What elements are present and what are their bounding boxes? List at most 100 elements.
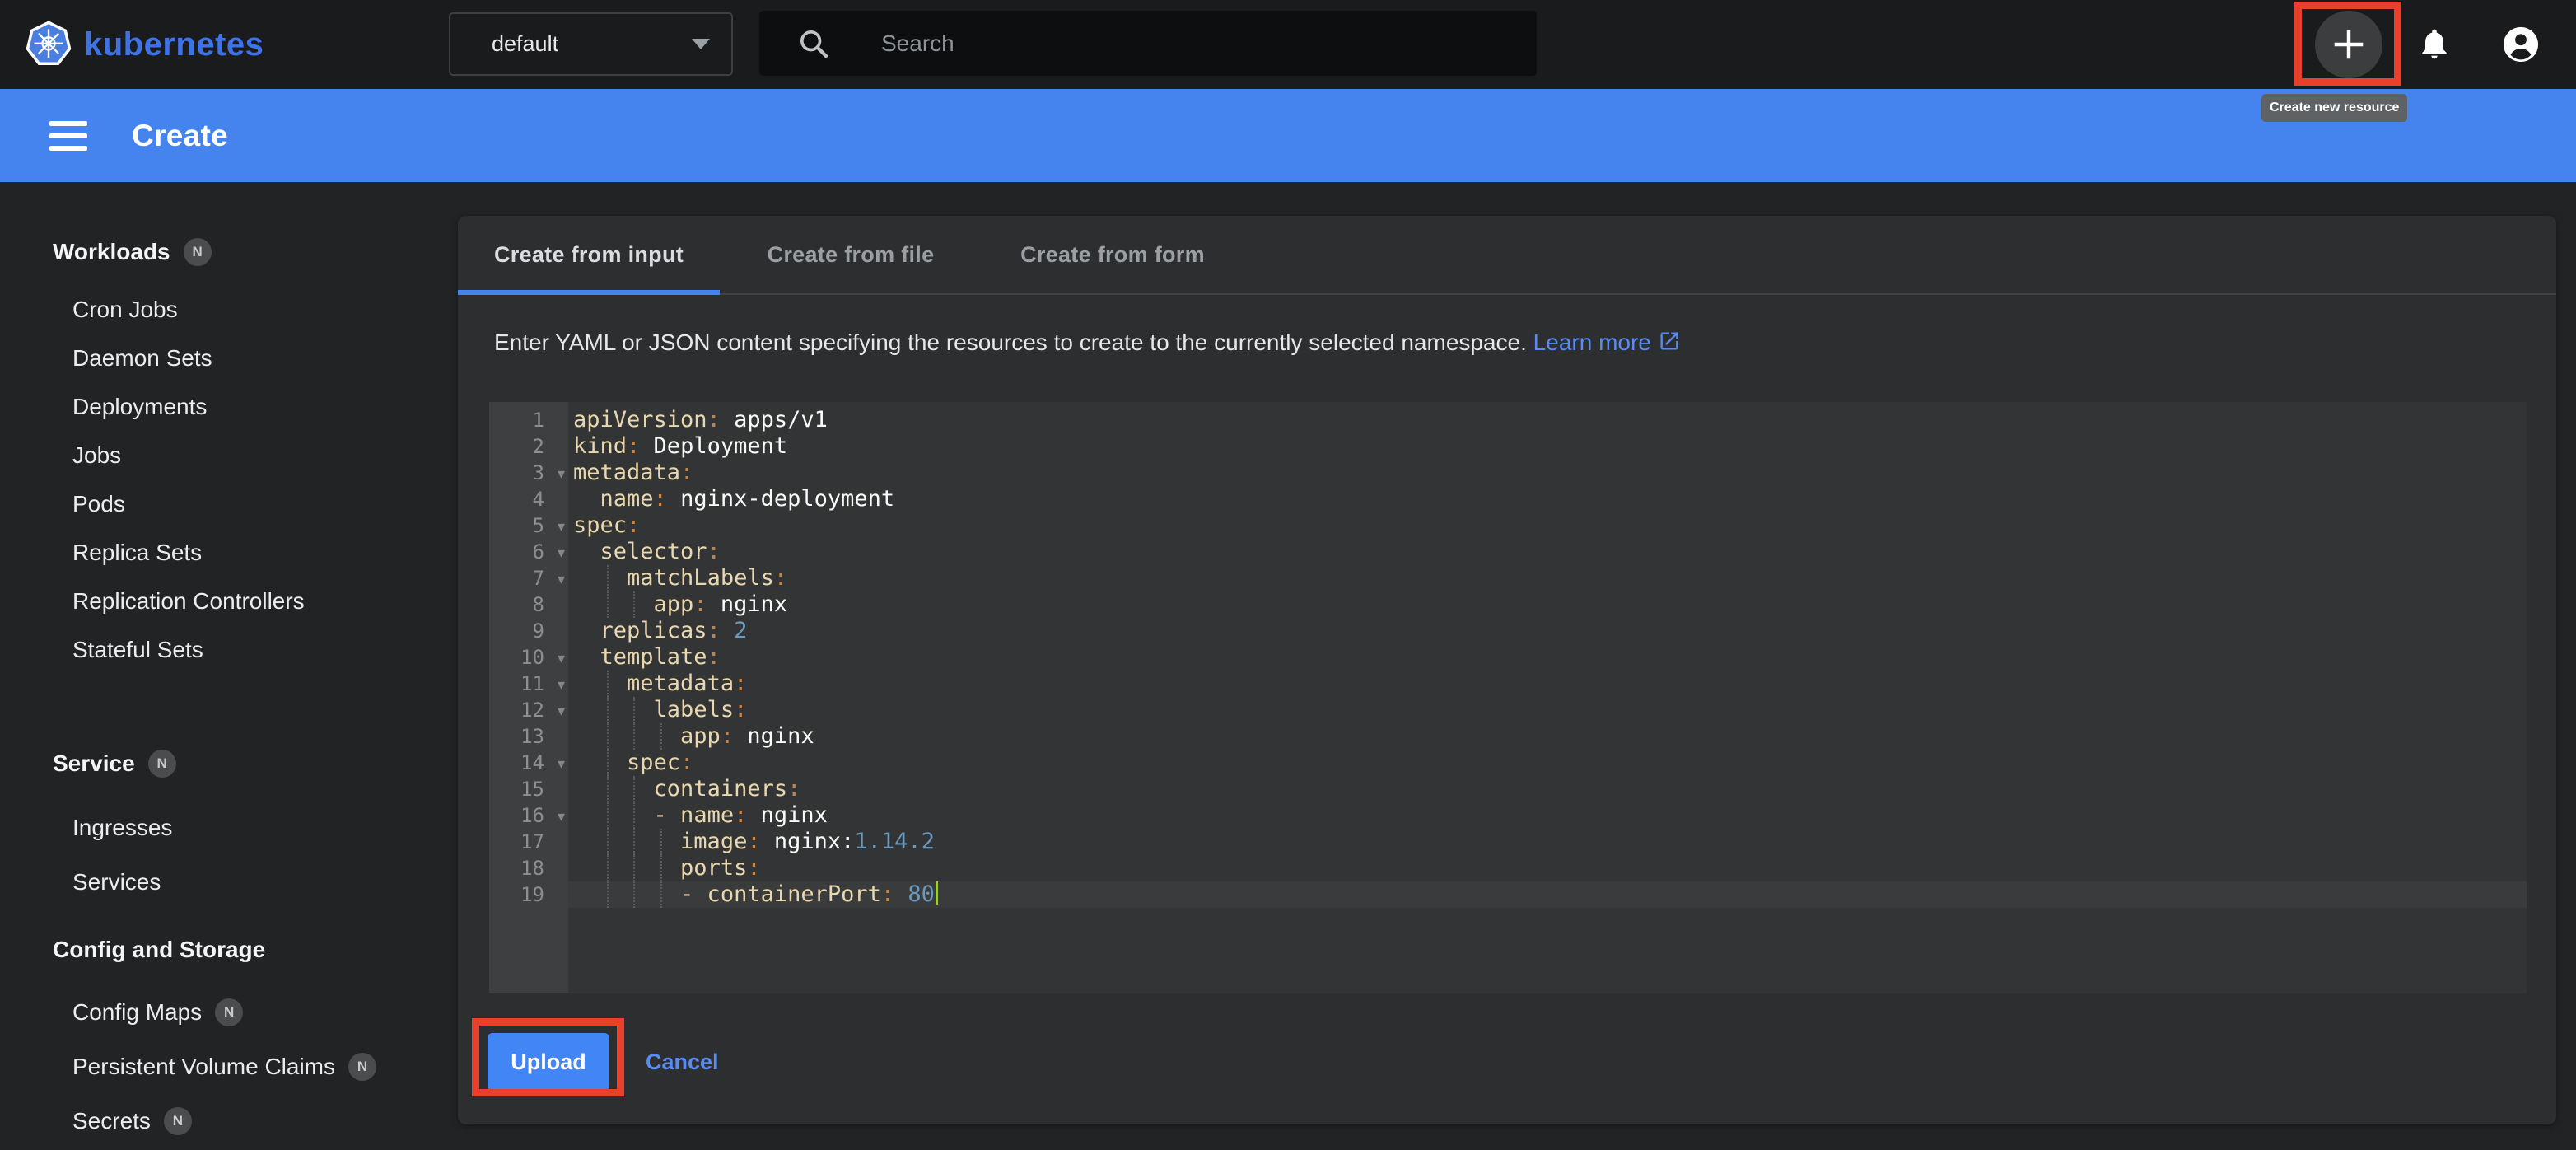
code-token: nginx:	[761, 829, 855, 854]
indent-guide	[633, 829, 635, 855]
sidebar-item-cron-jobs[interactable]: Cron Jobs	[0, 285, 458, 334]
code-token: :	[654, 486, 667, 512]
gutter-line-number[interactable]: 5▾	[489, 512, 568, 539]
fold-arrow-icon[interactable]: ▾	[558, 566, 565, 592]
code-line-11[interactable]: metadata:	[568, 671, 2527, 697]
gutter-line-number[interactable]: 1	[489, 407, 568, 433]
sidebar-group-workloads[interactable]: WorkloadsN	[0, 236, 458, 269]
gutter-line-number[interactable]: 3▾	[489, 460, 568, 486]
logo-text: kubernetes	[84, 26, 264, 63]
code-line-17[interactable]: image: nginx:1.14.2	[568, 829, 2527, 855]
tab-create-from-input[interactable]: Create from input	[458, 216, 720, 293]
sidebar-item-services[interactable]: Services	[0, 855, 458, 909]
yaml-editor[interactable]: 123▾45▾6▾7▾8910▾11▾12▾1314▾1516▾171819 a…	[489, 402, 2527, 993]
tab-create-from-form[interactable]: Create from form	[982, 216, 1244, 293]
code-line-13[interactable]: app: nginx	[568, 723, 2527, 750]
tab-create-from-file[interactable]: Create from file	[720, 216, 982, 293]
code-line-16[interactable]: - name: nginx	[568, 802, 2527, 829]
sidebar-item-replication-controllers[interactable]: Replication Controllers	[0, 577, 458, 625]
upload-button[interactable]: Upload	[488, 1033, 609, 1091]
code-token: :	[747, 855, 760, 881]
code-token: :	[693, 591, 707, 617]
code-line-10[interactable]: template:	[568, 644, 2527, 671]
sidebar-item-secrets[interactable]: SecretsN	[0, 1094, 458, 1148]
gutter-line-number[interactable]: 14▾	[489, 750, 568, 776]
gutter-line-number[interactable]: 11▾	[489, 671, 568, 697]
gutter-line-number[interactable]: 12▾	[489, 697, 568, 723]
search-icon	[797, 27, 830, 60]
sidebar-item-stateful-sets[interactable]: Stateful Sets	[0, 625, 458, 674]
code-line-5[interactable]: spec:	[568, 512, 2527, 539]
gutter-line-number[interactable]: 16▾	[489, 802, 568, 829]
gutter-line-number[interactable]: 18	[489, 855, 568, 881]
fold-arrow-icon[interactable]: ▾	[558, 460, 565, 487]
sidebar-item-pods[interactable]: Pods	[0, 479, 458, 528]
code-token: labels	[654, 697, 735, 722]
code-line-14[interactable]: spec:	[568, 750, 2527, 776]
namespaced-badge: N	[164, 1107, 192, 1135]
notifications-button[interactable]	[2416, 26, 2452, 65]
code-line-12[interactable]: labels:	[568, 697, 2527, 723]
code-line-6[interactable]: selector:	[568, 539, 2527, 565]
code-line-3[interactable]: metadata:	[568, 460, 2527, 486]
sidebar-group-service[interactable]: ServiceN	[0, 747, 458, 780]
gutter-line-number[interactable]: 7▾	[489, 565, 568, 591]
gutter-line-number[interactable]: 6▾	[489, 539, 568, 565]
code-line-19[interactable]: - containerPort: 80	[568, 881, 2527, 908]
fold-arrow-icon[interactable]: ▾	[558, 750, 565, 777]
gutter-line-number[interactable]: 10▾	[489, 644, 568, 671]
fold-arrow-icon[interactable]: ▾	[558, 540, 565, 566]
editor-code[interactable]: apiVersion: apps/v1kind: Deploymentmetad…	[568, 402, 2527, 993]
cancel-button[interactable]: Cancel	[646, 1049, 719, 1075]
fold-arrow-icon[interactable]: ▾	[558, 698, 565, 724]
gutter-line-number[interactable]: 17	[489, 829, 568, 855]
hamburger-menu-icon[interactable]	[49, 89, 87, 182]
app-bar: Create	[0, 89, 2576, 182]
sidebar-item-replica-sets[interactable]: Replica Sets	[0, 528, 458, 577]
indent-guide	[633, 776, 635, 802]
gutter-line-number[interactable]: 2	[489, 433, 568, 460]
fold-arrow-icon[interactable]: ▾	[558, 803, 565, 830]
kubernetes-brand[interactable]: kubernetes	[25, 0, 264, 89]
namespace-selector[interactable]: default	[449, 12, 733, 76]
code-line-7[interactable]: matchLabels:	[568, 565, 2527, 591]
sidebar: WorkloadsN Cron JobsDaemon SetsDeployment…	[0, 182, 458, 1150]
search-input[interactable]	[881, 30, 1375, 57]
code-token: :	[787, 776, 800, 802]
sidebar-item-jobs[interactable]: Jobs	[0, 431, 458, 479]
fold-arrow-icon[interactable]: ▾	[558, 645, 565, 671]
code-token: metadata	[573, 460, 680, 485]
indent-guide	[607, 697, 609, 723]
code-token: app	[680, 723, 721, 749]
gutter-line-number[interactable]: 19	[489, 881, 568, 908]
code-line-8[interactable]: app: nginx	[568, 591, 2527, 618]
account-button[interactable]	[2502, 26, 2540, 63]
code-line-15[interactable]: containers:	[568, 776, 2527, 802]
sidebar-item-deployments[interactable]: Deployments	[0, 382, 458, 431]
fold-arrow-icon[interactable]: ▾	[558, 513, 565, 540]
gutter-line-number[interactable]: 9	[489, 618, 568, 644]
sidebar-item-persistent-volume-claims[interactable]: Persistent Volume ClaimsN	[0, 1040, 458, 1094]
code-line-9[interactable]: replicas: 2	[568, 618, 2527, 644]
indent-guide	[607, 591, 609, 618]
sidebar-item-config-maps[interactable]: Config MapsN	[0, 985, 458, 1040]
learn-more-link[interactable]: Learn more	[1533, 330, 1681, 355]
sidebar-item-ingresses[interactable]: Ingresses	[0, 801, 458, 855]
create-new-resource-button[interactable]	[2315, 11, 2382, 78]
gutter-line-number[interactable]: 4	[489, 486, 568, 512]
sidebar-group-config-and-storage[interactable]: Config and Storage	[0, 933, 458, 966]
code-line-1[interactable]: apiVersion: apps/v1	[568, 407, 2527, 433]
namespace-value: default	[492, 31, 692, 57]
gutter-line-number[interactable]: 13	[489, 723, 568, 750]
gutter-line-number[interactable]: 15	[489, 776, 568, 802]
gutter-line-number[interactable]: 8	[489, 591, 568, 618]
code-line-18[interactable]: ports:	[568, 855, 2527, 881]
search-bar[interactable]	[759, 11, 1537, 76]
sidebar-item-daemon-sets[interactable]: Daemon Sets	[0, 334, 458, 382]
code-token: nginx	[734, 723, 814, 749]
fold-arrow-icon[interactable]: ▾	[558, 671, 565, 698]
code-line-4[interactable]: name: nginx-deployment	[568, 486, 2527, 512]
code-token: :	[680, 460, 693, 485]
code-line-2[interactable]: kind: Deployment	[568, 433, 2527, 460]
code-token: :	[774, 565, 787, 591]
